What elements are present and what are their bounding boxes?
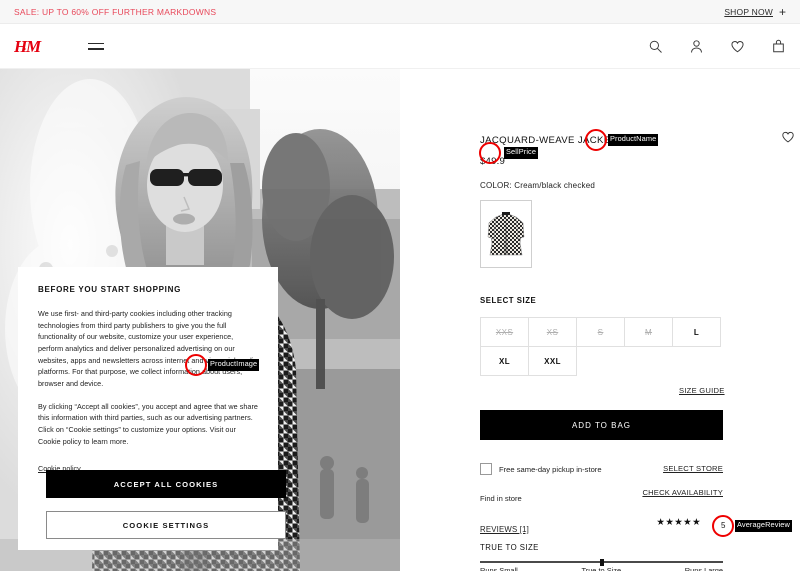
account-icon[interactable] [689,39,704,54]
find-in-store-label: Find in store [480,494,522,503]
product-color-label: COLOR: Cream/black checked [480,181,596,190]
size-option-m[interactable]: M [624,317,673,347]
product-detail-page: SALE: UP TO 60% OFF FURTHER MARKDOWNS SH… [0,0,800,571]
select-size-label: SELECT SIZE [480,296,537,305]
size-selector-grid: XXS XS S M L XL XXL [480,317,725,376]
product-wishlist-heart-icon[interactable] [781,130,795,144]
true-to-size-label: TRUE TO SIZE [480,543,539,552]
size-option-xl[interactable]: XL [480,346,529,376]
accept-all-cookies-button[interactable]: ACCEPT ALL COOKIES [46,470,286,498]
product-price: $49.9 [480,156,506,167]
reviews-row: REVIEWS [1] ★★★★★ [480,517,723,534]
size-option-l[interactable]: L [672,317,721,347]
find-in-store-row: Find in store CHECK AVAILABILITY [480,488,723,506]
fit-true-to-size-label: True to Size [581,566,622,571]
cookie-consent-dialog: BEFORE YOU START SHOPPING We use first- … [18,267,286,550]
size-option-xxl[interactable]: XXL [528,346,577,376]
select-store-link[interactable]: SELECT STORE [663,464,723,473]
pickup-option-row: Free same-day pickup in-store SELECT STO… [480,463,723,475]
annotation-tag-average-review: AverageReview [735,520,792,532]
site-header: H M [0,24,800,69]
cookie-paragraph-1: We use first- and third-party cookies in… [38,309,258,388]
header-icon-group [648,39,786,54]
menu-hamburger-icon[interactable] [88,39,106,53]
size-guide-link[interactable]: SIZE GUIDE [679,386,725,395]
annotation-tag-product-image: ProductImage [208,359,260,371]
fit-slider: Runs Small True to Size Runs Large [480,558,723,571]
pickup-checkbox[interactable] [480,463,492,475]
promo-banner: SALE: UP TO 60% OFF FURTHER MARKDOWNS SH… [0,0,800,24]
hm-logo[interactable]: H M [14,36,48,56]
annotation-tag-product-name: ProductName [608,134,659,146]
annotation-tag-sell-price: SellPrice [504,147,539,159]
promo-banner-actions: SHOP NOW + [724,6,786,18]
cookie-dialog-title: BEFORE YOU START SHOPPING [38,285,181,294]
annotation-value-average-review: 5 [721,521,726,530]
size-option-xs[interactable]: XS [528,317,577,347]
size-option-s[interactable]: S [576,317,625,347]
plus-icon[interactable]: + [779,6,786,18]
promo-banner-text: SALE: UP TO 60% OFF FURTHER MARKDOWNS [14,6,217,17]
add-to-bag-button[interactable]: ADD TO BAG [480,410,723,440]
fit-slider-marker [599,558,604,566]
product-name: JACQUARD-WEAVE JACKET [480,135,617,146]
size-option-xxs[interactable]: XXS [480,317,529,347]
shop-now-link[interactable]: SHOP NOW [724,7,773,17]
color-swatch-thumbnail[interactable] [480,200,532,268]
pickup-label: Free same-day pickup in-store [499,464,602,474]
fit-slider-labels: Runs Small True to Size Runs Large [480,566,723,571]
star-rating-icon: ★★★★★ [656,517,701,528]
fit-runs-small-label: Runs Small [480,566,518,571]
shopping-bag-icon[interactable] [771,39,786,54]
reviews-link[interactable]: REVIEWS [1] [480,525,529,534]
svg-text:M: M [25,37,42,56]
cookie-paragraph-2: By clicking “Accept all cookies”, you ac… [38,401,258,446]
wishlist-heart-icon[interactable] [730,39,745,54]
fit-runs-large-label: Runs Large [684,566,723,571]
check-availability-link[interactable]: CHECK AVAILABILITY [642,488,723,497]
search-icon[interactable] [648,39,663,54]
cookie-settings-button[interactable]: COOKIE SETTINGS [46,511,286,539]
fit-slider-track [480,558,723,566]
